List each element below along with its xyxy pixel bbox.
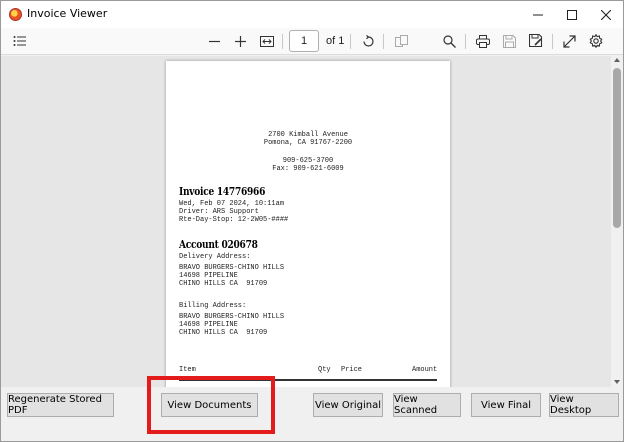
delivery-name: BRAVO BURGERS-CHINO HILLS <box>179 264 285 272</box>
save-as-button[interactable] <box>526 31 546 51</box>
toc-icon <box>13 36 26 46</box>
toc-button[interactable] <box>10 31 30 51</box>
driver-name: Driver: ARS Support <box>179 208 259 216</box>
toolbar-separator <box>383 34 384 49</box>
invoice-title: Invoice 14776966 <box>179 185 266 198</box>
view-desktop-button[interactable]: View Desktop <box>549 393 619 417</box>
expand-button[interactable] <box>559 31 579 51</box>
search-button[interactable] <box>439 31 459 51</box>
invoice-viewer-window: Invoice Viewer 1 of 1 2700 Kimball Avenu… <box>0 0 624 442</box>
app-icon <box>9 8 22 21</box>
window-title: Invoice Viewer <box>27 7 108 20</box>
page-number-input[interactable]: 1 <box>289 30 319 52</box>
toolbar-separator <box>350 34 351 49</box>
print-icon <box>476 34 490 48</box>
address-line-2: Pomona, CA 91767-2200 <box>263 139 353 147</box>
print-button[interactable] <box>473 31 493 51</box>
phone-number: 909-625-3700 <box>282 157 334 165</box>
pdf-toolbar: 1 of 1 <box>1 28 623 55</box>
regenerate-pdf-button[interactable]: Regenerate Stored PDF <box>7 393 114 417</box>
column-amount: Amount <box>412 366 438 374</box>
page-count-label: of 1 <box>326 35 345 47</box>
save-as-icon <box>529 34 543 48</box>
maximize-button[interactable] <box>555 1 589 28</box>
vertical-scrollbar[interactable] <box>611 56 623 387</box>
rotate-button[interactable] <box>358 31 378 51</box>
toolbar-separator <box>465 34 466 49</box>
zoom-in-icon <box>234 35 246 47</box>
toolbar-separator <box>552 34 553 49</box>
table-divider <box>179 379 437 381</box>
delivery-address-label: Delivery Address: <box>179 253 251 261</box>
save-button[interactable] <box>499 31 519 51</box>
view-scanned-button[interactable]: View Scanned <box>393 393 461 417</box>
invoice-page: 2700 Kimball Avenue Pomona, CA 91767-220… <box>166 61 450 387</box>
settings-icon <box>589 34 603 48</box>
toolbar-separator <box>282 34 283 49</box>
fit-width-icon <box>260 35 274 47</box>
close-button[interactable] <box>589 1 623 28</box>
route-stop: Rte-Day-Stop: 12-2W05-#### <box>179 216 289 224</box>
zoom-out-button[interactable] <box>204 31 224 51</box>
title-bar: Invoice Viewer <box>1 1 623 28</box>
view-final-button[interactable]: View Final <box>471 393 541 417</box>
zoom-out-icon <box>208 40 220 42</box>
column-qty: Qty <box>318 366 331 374</box>
two-page-button[interactable] <box>391 31 411 51</box>
delivery-street: 14698 PIPELINE <box>179 272 238 280</box>
minimize-button[interactable] <box>521 1 555 28</box>
scroll-thumb[interactable] <box>613 68 621 228</box>
close-icon <box>601 9 611 20</box>
billing-name: BRAVO BURGERS-CHINO HILLS <box>179 313 285 321</box>
fit-width-button[interactable] <box>257 31 277 51</box>
rotate-icon <box>362 34 374 47</box>
zoom-in-button[interactable] <box>230 31 250 51</box>
account-title: Account 020678 <box>179 238 258 251</box>
column-price: Price <box>341 366 363 374</box>
two-page-icon <box>394 35 408 47</box>
expand-icon <box>562 34 576 48</box>
delivery-city: CHINO HILLS CA 91709 <box>179 280 268 288</box>
scroll-up-icon[interactable] <box>614 58 620 62</box>
view-documents-button[interactable]: View Documents <box>161 393 258 417</box>
document-viewer[interactable]: 2700 Kimball Avenue Pomona, CA 91767-220… <box>1 56 611 387</box>
invoice-date: Wed, Feb 07 2024, 10:11am <box>179 200 285 208</box>
billing-address-label: Billing Address: <box>179 302 247 310</box>
action-bar: Regenerate Stored PDF View Documents Vie… <box>1 387 623 441</box>
billing-city: CHINO HILLS CA 91709 <box>179 329 268 337</box>
search-icon <box>442 34 456 48</box>
view-original-button[interactable]: View Original <box>313 393 383 417</box>
minimize-icon <box>533 14 543 15</box>
billing-street: 14698 PIPELINE <box>179 321 238 329</box>
maximize-icon <box>567 9 577 20</box>
scroll-down-icon[interactable] <box>614 380 620 384</box>
save-icon <box>502 34 516 48</box>
address-line-1: 2700 Kimball Avenue <box>268 131 348 139</box>
column-item: Item <box>179 366 196 374</box>
fax-number: Fax: 909-621-6009 <box>272 165 344 173</box>
settings-button[interactable] <box>586 31 606 51</box>
items-table-header: Item Qty Price Amount <box>179 366 437 376</box>
